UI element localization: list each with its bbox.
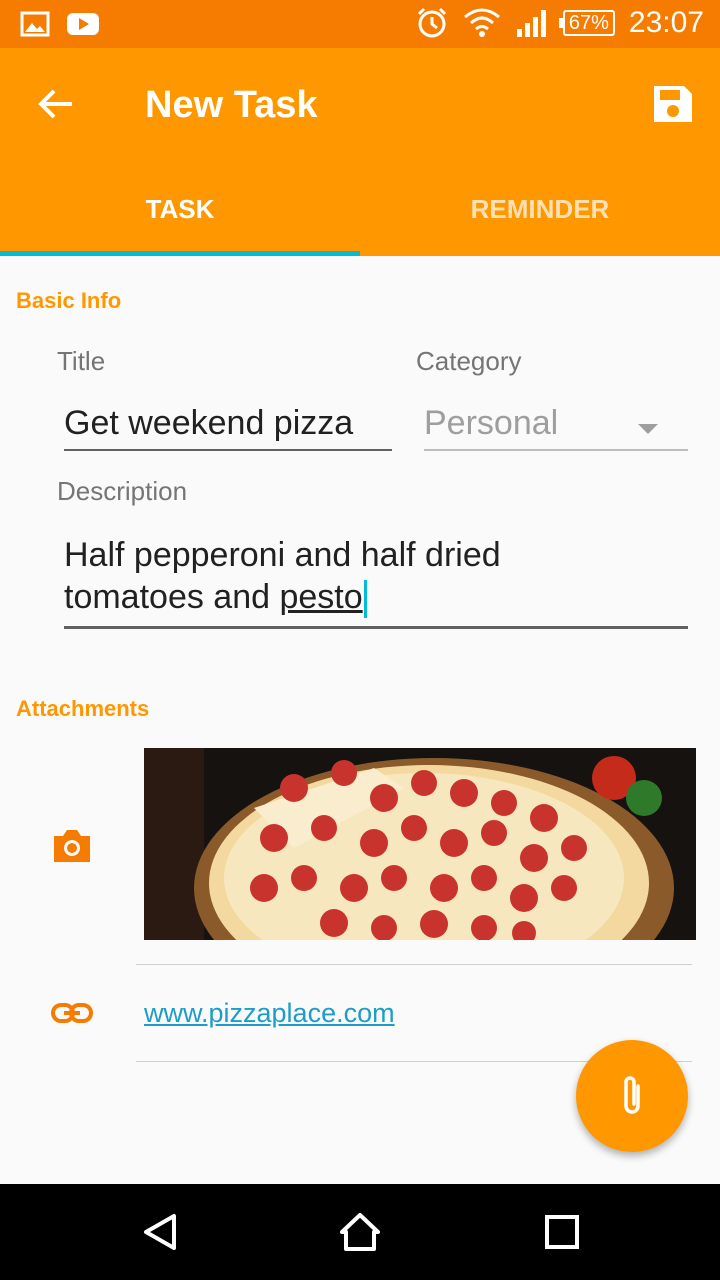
app-bar: New Task TASK REMINDER (0, 48, 720, 256)
description-label: Description (57, 476, 188, 506)
tab-bar: TASK REMINDER (0, 176, 720, 256)
clock: 23:07 (628, 6, 704, 39)
pizza-photo-attachment[interactable] (144, 748, 696, 940)
text-cursor (363, 580, 367, 619)
category-select[interactable]: Personal (424, 404, 688, 451)
save-button[interactable] (648, 80, 696, 128)
tab-task[interactable]: TASK (0, 176, 360, 256)
description-field[interactable]: Half pepperoni and half dried tomatoes a… (64, 534, 688, 630)
attachments-header: Attachments (16, 696, 150, 721)
page-title: New Task (145, 84, 318, 126)
arrow-back-icon (38, 89, 72, 119)
system-nav-bar (0, 1184, 720, 1280)
youtube-icon (67, 13, 99, 35)
camera-icon (54, 830, 90, 862)
attachment-link[interactable]: www.pizzaplace.com (144, 998, 395, 1029)
signal-icon (516, 10, 546, 37)
basic-info-header: Basic Info (16, 288, 122, 313)
home-icon[interactable] (340, 1212, 380, 1252)
add-attachment-fab[interactable] (576, 1040, 688, 1152)
attachment-icon (624, 1076, 640, 1114)
attachment-divider (136, 964, 692, 965)
recents-icon[interactable] (542, 1212, 582, 1252)
status-bar: 67% 23:07 (0, 0, 720, 48)
description-line-2: tomatoes and pesto (64, 576, 688, 619)
battery-icon: 67% (558, 10, 615, 36)
title-label: Title (57, 346, 106, 376)
back-button[interactable] (32, 80, 80, 128)
link-icon (51, 1003, 93, 1023)
category-label: Category (416, 346, 522, 376)
back-triangle-icon[interactable] (140, 1212, 180, 1252)
description-line-1: Half pepperoni and half dried (64, 536, 501, 574)
dropdown-arrow-icon (638, 424, 658, 434)
wifi-icon (463, 8, 500, 37)
category-value: Personal (424, 404, 559, 442)
title-field[interactable]: Get weekend pizza (64, 404, 392, 451)
pizza-image (144, 748, 696, 940)
alarm-icon (417, 7, 446, 38)
gallery-icon (20, 11, 50, 37)
save-icon (654, 86, 692, 122)
tab-reminder[interactable]: REMINDER (360, 176, 720, 256)
